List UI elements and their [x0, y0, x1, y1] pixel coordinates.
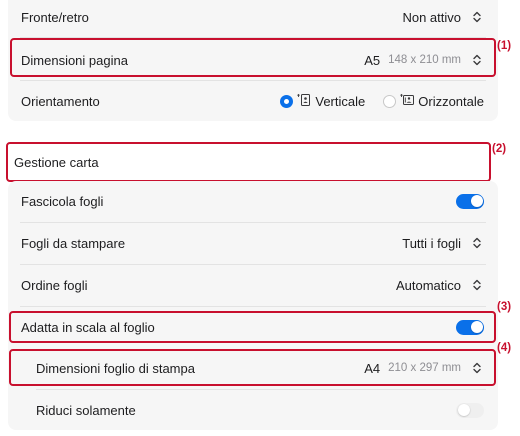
landscape-icon — [400, 93, 415, 110]
toggle-knob — [470, 195, 483, 207]
callout-2: (2) — [492, 143, 507, 155]
page-order-row: Ordine fogli Automatico — [8, 265, 498, 305]
landscape-radio[interactable] — [383, 94, 397, 108]
orientation-portrait-option[interactable]: Verticale — [280, 93, 365, 110]
portrait-label: Verticale — [315, 93, 366, 109]
orientation-landscape-option[interactable]: Orizzontale — [383, 93, 484, 110]
orientation-options: Verticale Orizzontale — [280, 93, 484, 110]
stepper-icon — [470, 9, 484, 25]
duplex-label: Fronte/retro — [21, 9, 89, 25]
page-order-popup[interactable]: Automatico — [396, 277, 484, 293]
stepper-icon — [470, 235, 484, 251]
highlight-box-2 — [6, 142, 491, 182]
duplex-value: Non attivo — [402, 9, 461, 25]
collate-toggle[interactable] — [456, 193, 484, 209]
stepper-icon — [470, 277, 484, 293]
callout-4: (4) — [497, 342, 512, 354]
pages-to-print-popup[interactable]: Tutti i fogli — [402, 235, 484, 251]
portrait-radio[interactable] — [280, 94, 294, 108]
callout-3: (3) — [497, 301, 512, 313]
pages-to-print-value: Tutti i fogli — [402, 235, 461, 251]
duplex-row: Fronte/retro Non attivo — [8, 0, 498, 37]
highlight-box-3 — [9, 311, 496, 343]
orientation-row: Orientamento Verticale Orizzontale — [8, 81, 498, 121]
scale-down-label: Riduci solamente — [36, 402, 136, 418]
highlight-box-4 — [9, 349, 496, 386]
collate-row: Fascicola fogli — [8, 181, 498, 221]
highlight-box-1 — [10, 38, 496, 77]
callout-1: (1) — [497, 40, 512, 52]
scale-down-toggle[interactable] — [456, 402, 484, 418]
toggle-knob — [457, 404, 470, 416]
portrait-icon — [297, 93, 311, 110]
page-order-value: Automatico — [395, 277, 461, 293]
scale-down-row: Riduci solamente — [8, 390, 498, 430]
duplex-popup[interactable]: Non attivo — [402, 9, 484, 25]
orientation-label: Orientamento — [21, 93, 100, 109]
page-order-label: Ordine fogli — [21, 277, 88, 293]
pages-to-print-row: Fogli da stampare Tutti i fogli — [8, 223, 498, 263]
landscape-label: Orizzontale — [418, 93, 484, 109]
collate-label: Fascicola fogli — [21, 193, 104, 209]
pages-to-print-label: Fogli da stampare — [21, 235, 126, 251]
